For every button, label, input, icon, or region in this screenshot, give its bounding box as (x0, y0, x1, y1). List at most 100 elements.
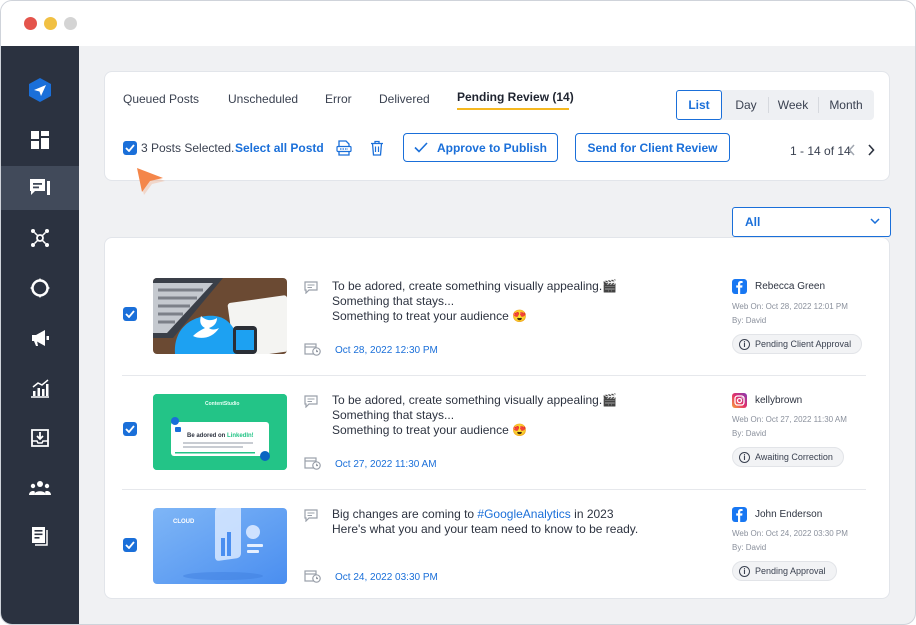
post-caption: Big changes are coming to #GoogleAnalyti… (332, 507, 638, 537)
brand-text: ContentStudio (205, 401, 240, 407)
status-badge: i Awaiting Correction (732, 447, 844, 467)
toolbar-card: Queued Posts Unscheduled Error Delivered… (104, 71, 890, 181)
pagination-range: 1 - 14 of 14 (790, 144, 851, 158)
status-badge: i Pending Approval (732, 561, 837, 581)
web-on-date: Web On: Oct 24, 2022 03:30 PM (732, 529, 848, 538)
web-on-date: Web On: Oct 28, 2022 12:01 PM (732, 302, 848, 311)
caption-line: Big changes are coming to #GoogleAnalyti… (332, 507, 638, 522)
posts-list: To be adored, create something visually … (104, 237, 890, 599)
caption-line: Something to treat your audience 😍 (332, 423, 528, 437)
dashboard-icon (31, 131, 49, 149)
select-all-posts-link[interactable]: Select all Postd (235, 141, 324, 155)
caption-icon (304, 509, 318, 522)
row-divider (122, 489, 866, 490)
view-month-button[interactable]: Month (820, 90, 872, 120)
sidebar-item-team[interactable] (1, 466, 79, 510)
approve-to-publish-button[interactable]: Approve to Publish (403, 133, 558, 162)
status-filter-dropdown[interactable]: All (732, 207, 891, 237)
tab-unscheduled[interactable]: Unscheduled (228, 92, 298, 106)
calendar-clock-icon (304, 570, 321, 583)
post-caption: To be adored, create something visually … (332, 393, 617, 438)
post-schedule-date: Oct 27, 2022 11:30 AM (335, 459, 437, 470)
post-schedule-date: Oct 28, 2022 12:30 PM (335, 345, 438, 356)
account-name[interactable]: Rebecca Green (755, 281, 825, 292)
sidebar-item-campaigns[interactable] (1, 316, 79, 360)
approve-button-label: Approve to Publish (436, 140, 547, 155)
tab-pending-review[interactable]: Pending Review (14) (457, 90, 574, 104)
check-icon (125, 310, 135, 318)
calendar-clock-icon (304, 457, 321, 470)
next-page-icon[interactable] (867, 144, 875, 156)
caption-line: Here's what you and your team need to kn… (332, 522, 639, 536)
app-window: Queued Posts Unscheduled Error Delivered… (0, 0, 916, 625)
row-divider (122, 375, 866, 376)
caption-line: To be adored, create something visually … (332, 393, 618, 407)
post-thumbnail[interactable] (153, 278, 287, 354)
minimize-window-button[interactable] (44, 17, 57, 30)
check-icon (125, 425, 135, 433)
caption-line: Something that stays... (332, 294, 455, 308)
post-caption: To be adored, create something visually … (332, 279, 617, 324)
network-icon (31, 229, 49, 247)
post-checkbox[interactable] (123, 307, 137, 321)
sidebar-item-support[interactable] (1, 266, 79, 310)
chevron-down-icon (870, 218, 880, 224)
tab-delivered[interactable]: Delivered (379, 92, 430, 106)
view-day-button[interactable]: Day (726, 90, 766, 120)
status-label: Pending Approval (755, 566, 826, 576)
mouse-cursor-icon (137, 168, 165, 195)
sidebar-item-posts[interactable] (1, 166, 79, 210)
sidebar (1, 46, 79, 624)
post-checkbox[interactable] (123, 538, 137, 552)
trash-icon (371, 140, 383, 156)
active-tab-indicator (457, 108, 569, 110)
calendar-clock-icon (304, 343, 321, 356)
thumbnail-label: CLOUD (173, 519, 195, 525)
send-icon (29, 78, 51, 102)
users-icon (29, 481, 51, 495)
sidebar-item-analytics[interactable] (1, 366, 79, 410)
sidebar-item-network[interactable] (1, 216, 79, 260)
delete-button[interactable] (370, 140, 384, 156)
check-icon (414, 142, 428, 153)
posted-by: By: David (732, 429, 767, 438)
select-all-checkbox[interactable] (123, 141, 137, 155)
post-thumbnail[interactable]: ContentStudio Be adored on LinkedIn! (153, 394, 287, 470)
account-name[interactable]: John Enderson (755, 509, 822, 520)
caption-line: Something to treat your audience 😍 (332, 309, 528, 323)
posts-icon (30, 179, 50, 195)
maximize-window-button[interactable] (64, 17, 77, 30)
post-checkbox[interactable] (123, 422, 137, 436)
export-csv-button[interactable] (336, 140, 352, 156)
info-icon: i (739, 565, 750, 577)
facebook-icon (732, 279, 747, 294)
post-thumbnail[interactable]: CLOUD (153, 508, 287, 584)
analytics-icon (31, 379, 49, 398)
previous-page-icon[interactable] (848, 144, 856, 156)
caption-text: in 2023 (570, 507, 614, 521)
selection-count: 3 Posts Selected. (141, 141, 235, 155)
filter-value: All (745, 215, 761, 229)
close-window-button[interactable] (24, 17, 37, 30)
reports-icon (32, 527, 48, 546)
info-icon: i (739, 338, 750, 350)
hashtag-link[interactable]: #GoogleAnalytics (477, 507, 570, 521)
sidebar-item-publish[interactable] (1, 68, 79, 112)
web-on-date: Web On: Oct 27, 2022 11:30 AM (732, 415, 847, 424)
tab-error[interactable]: Error (325, 92, 352, 106)
divider (768, 97, 769, 113)
sidebar-item-reports[interactable] (1, 514, 79, 558)
lifebuoy-icon (30, 278, 50, 298)
csv-file-icon (336, 140, 352, 156)
sidebar-item-dashboard[interactable] (1, 118, 79, 162)
account-name[interactable]: kellybrown (755, 395, 802, 406)
view-week-button[interactable]: Week (770, 90, 816, 120)
caption-line: To be adored, create something visually … (332, 279, 618, 293)
tab-queued-posts[interactable]: Queued Posts (123, 92, 199, 106)
sidebar-item-inbox[interactable] (1, 416, 79, 460)
send-for-client-review-button[interactable]: Send for Client Review (575, 133, 730, 162)
view-list-button[interactable]: List (676, 90, 722, 120)
caption-line: Something that stays... (332, 408, 455, 422)
facebook-icon (732, 507, 747, 522)
promo-headline-network: LinkedIn! (227, 433, 254, 439)
